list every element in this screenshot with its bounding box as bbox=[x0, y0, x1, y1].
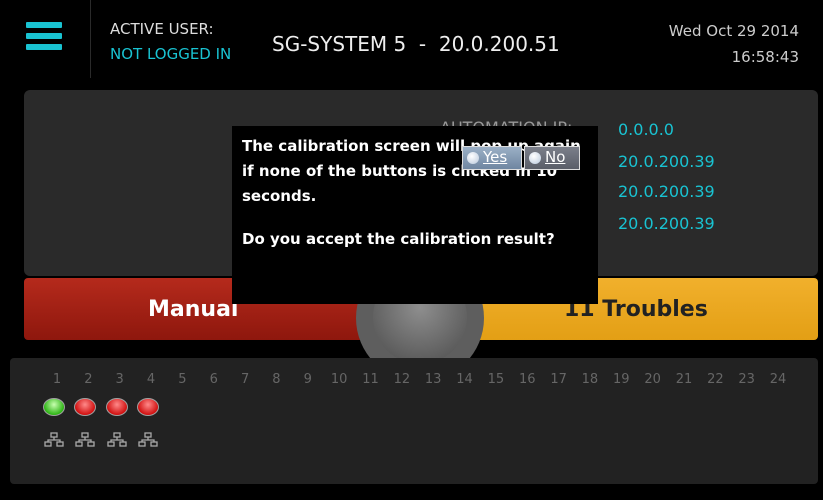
network-icon bbox=[43, 432, 65, 450]
channel-number: 5 bbox=[178, 372, 187, 387]
channel-number: 4 bbox=[146, 372, 156, 387]
channel-number: 14 bbox=[456, 372, 473, 387]
channel-number: 18 bbox=[581, 372, 599, 387]
radio-indicator-icon bbox=[467, 152, 479, 164]
channel-status-red[interactable] bbox=[137, 398, 160, 416]
radio-indicator-icon bbox=[529, 152, 541, 164]
channel-number: 15 bbox=[487, 372, 505, 387]
channel-number: 1 bbox=[52, 372, 62, 387]
ip-value: 20.0.200.39 bbox=[618, 152, 715, 171]
header-date: Wed Oct 29 2014 bbox=[668, 22, 799, 40]
channel-number: 20 bbox=[644, 372, 661, 387]
channel-number: 9 bbox=[303, 372, 312, 387]
channel-number: 7 bbox=[240, 372, 250, 387]
network-icon bbox=[74, 432, 96, 450]
system-title: SG-SYSTEM 5 - 20.0.200.51 bbox=[272, 32, 560, 56]
channel-number: 6 bbox=[209, 372, 218, 387]
channel-number: 3 bbox=[115, 372, 124, 387]
ip-value: 20.0.200.39 bbox=[618, 214, 715, 233]
channel-number: 22 bbox=[707, 372, 724, 387]
no-button[interactable]: No bbox=[524, 146, 580, 170]
no-button-label: No bbox=[545, 148, 566, 166]
channel-number: 2 bbox=[84, 372, 93, 387]
network-icon bbox=[137, 432, 159, 450]
channel-number: 12 bbox=[393, 372, 411, 387]
channel-number: 19 bbox=[613, 372, 630, 387]
yes-button-label: Yes bbox=[483, 148, 508, 166]
channel-number: 21 bbox=[675, 372, 693, 387]
channel-number: 23 bbox=[738, 372, 755, 387]
channel-number: 24 bbox=[769, 372, 787, 387]
channel-number: 16 bbox=[518, 372, 536, 387]
manual-button-label: Manual bbox=[148, 297, 239, 322]
header-time: 16:58:43 bbox=[731, 48, 799, 66]
ip-value: 20.0.200.39 bbox=[618, 182, 715, 201]
active-user-label: ACTIVE USER: bbox=[110, 20, 214, 38]
header-divider bbox=[90, 0, 91, 78]
channel-status-green[interactable] bbox=[43, 398, 65, 416]
network-icon bbox=[106, 432, 128, 450]
active-user-value: NOT LOGGED IN bbox=[110, 45, 232, 63]
channel-number: 10 bbox=[330, 372, 348, 387]
header-bar: ACTIVE USER: NOT LOGGED IN SG-SYSTEM 5 -… bbox=[0, 0, 823, 80]
channel-number: 17 bbox=[550, 372, 567, 387]
yes-button[interactable]: Yes bbox=[462, 146, 522, 170]
channel-number: 13 bbox=[424, 372, 442, 387]
channel-status-red[interactable] bbox=[105, 398, 128, 416]
channel-number: 11 bbox=[362, 372, 379, 387]
dialog-question: Do you accept the calibration result? bbox=[242, 230, 555, 248]
hamburger-menu-icon[interactable] bbox=[26, 22, 62, 58]
channel-number: 8 bbox=[272, 372, 281, 387]
ip-value: 0.0.0.0 bbox=[618, 120, 674, 139]
